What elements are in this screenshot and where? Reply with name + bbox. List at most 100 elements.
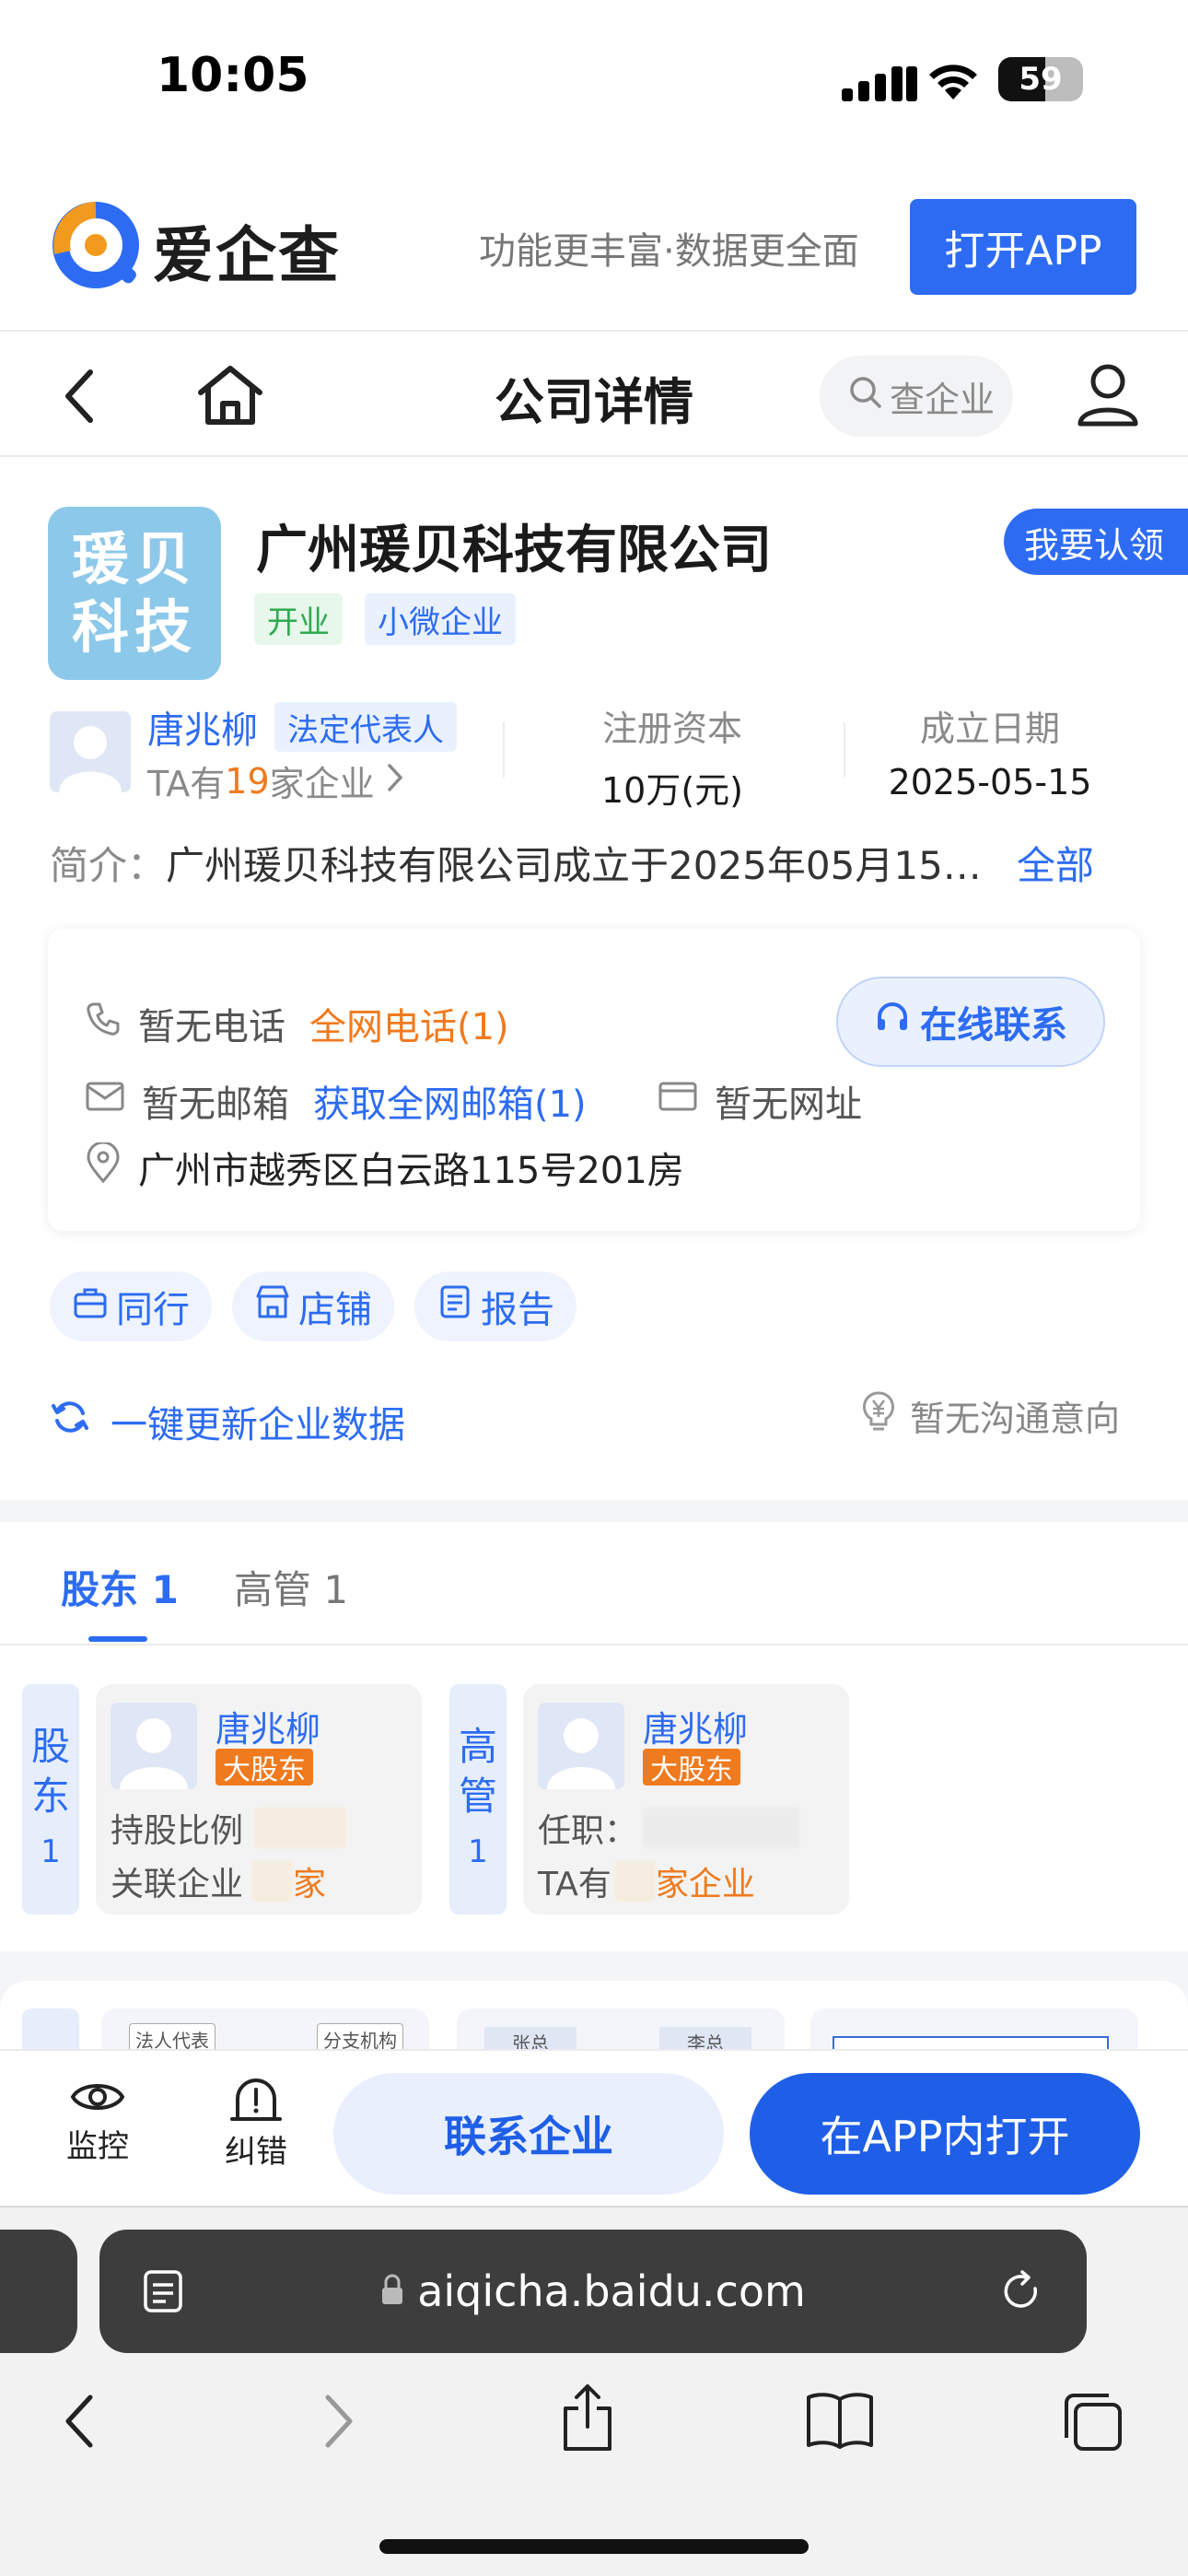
monitor-button[interactable]: 监控 <box>52 2077 144 2166</box>
shareholder-name: 唐兆柳 <box>215 1709 321 1750</box>
tab-executives[interactable]: 高管 1 <box>234 1559 348 1615</box>
exec-companies-suffix: 家企业 <box>655 1866 755 1903</box>
shareholder-card[interactable]: 唐兆柳 大股东 持股比例 关联企业 家 <box>96 1684 422 1914</box>
website-row: 暂无网址 <box>658 1074 862 1128</box>
executive-group-label: 高管 1 <box>449 1684 507 1914</box>
location-pin-icon <box>85 1141 122 1192</box>
contact-company-button[interactable]: 联系企业 <box>333 2073 724 2195</box>
divider <box>0 1644 1188 1645</box>
reload-icon[interactable] <box>998 2268 1044 2324</box>
registered-capital-value: 10万(元) <box>600 770 743 811</box>
position-label: 任职： <box>538 1812 638 1850</box>
search-placeholder: 查企业 <box>890 379 996 420</box>
registered-capital: 注册资本 10万(元) <box>525 700 820 813</box>
wifi-icon <box>926 59 980 103</box>
get-email-link[interactable]: 获取全网邮箱(1) <box>313 1074 587 1128</box>
url-text: aiqicha.baidu.com <box>417 2266 806 2316</box>
cellular-signal-icon <box>842 64 917 105</box>
shop-label: 店铺 <box>298 1289 372 1331</box>
phone-icon <box>85 1001 122 1047</box>
brand-name: 爱企查 <box>153 220 341 291</box>
chevron-right-icon <box>386 761 404 802</box>
address-row[interactable]: 广州市越秀区白云路115号201房 <box>85 1141 684 1194</box>
communication-intent: 暂无沟通意向 <box>860 1389 1120 1442</box>
all-phones-link[interactable]: 全网电话(1) <box>309 997 509 1050</box>
companies-count: 19 <box>225 760 270 802</box>
legal-rep-name[interactable]: 唐兆柳 <box>147 700 258 754</box>
ratio-label: 持股比例 <box>111 1812 244 1850</box>
online-contact-button[interactable]: 在线联系 <box>836 977 1105 1067</box>
executive-position: 任职： <box>538 1804 800 1852</box>
bookmarks-icon[interactable] <box>805 2390 875 2454</box>
status-tag: 开业 <box>254 593 343 645</box>
intro-more-link[interactable]: 全部 <box>1017 835 1094 891</box>
related-suffix: 家 <box>293 1866 327 1903</box>
legal-rep-role-tag: 法定代表人 <box>274 702 457 752</box>
companies-prefix: TA有 <box>147 764 226 804</box>
mail-icon <box>85 1080 125 1122</box>
executive-name: 唐兆柳 <box>643 1709 749 1750</box>
refresh-label: 一键更新企业数据 <box>111 1404 405 1446</box>
related-companies: 关联企业 家 <box>111 1857 326 1905</box>
major-shareholder-badge: 大股东 <box>215 1749 313 1786</box>
battery-percent: 59 <box>1019 61 1063 98</box>
correction-icon <box>210 2077 302 2126</box>
status-time: 10:05 <box>157 48 309 103</box>
brand-slogan: 功能更丰富·数据更全面 <box>479 230 859 273</box>
claim-company-button[interactable]: 我要认领 <box>1004 509 1188 575</box>
shareholding-ratio: 持股比例 <box>111 1804 347 1852</box>
online-contact-label: 在线联系 <box>920 1004 1067 1047</box>
monitor-label: 监控 <box>66 2128 129 2165</box>
executive-companies: TA有 家企业 <box>538 1857 755 1905</box>
company-logo-text: 瑗贝科技 <box>71 525 197 661</box>
browser-back-icon[interactable] <box>61 2392 98 2454</box>
refresh-icon <box>50 1397 90 1446</box>
registered-capital-label: 注册资本 <box>601 708 742 749</box>
user-icon[interactable] <box>1076 361 1140 431</box>
divider <box>0 2049 1188 2051</box>
open-app-button[interactable]: 打开APP <box>910 199 1136 295</box>
related-label: 关联企业 <box>111 1866 244 1903</box>
shareholder-group-label: 股东 1 <box>22 1684 79 1914</box>
report-button[interactable]: 报告 <box>414 1271 577 1341</box>
company-tags: 开业 小微企业 <box>254 593 516 645</box>
tab-shareholders[interactable]: 股东 1 <box>61 1559 179 1615</box>
exec-companies-prefix: TA有 <box>538 1866 611 1903</box>
battery-tip <box>1077 70 1083 87</box>
tabs-icon[interactable] <box>1061 2390 1125 2458</box>
executive-avatar <box>538 1703 624 1789</box>
search-input[interactable]: 查企业 <box>820 356 1013 437</box>
exec-companies-hidden <box>614 1861 656 1902</box>
companies-suffix: 家企业 <box>269 764 375 804</box>
company-logo: 瑗贝科技 <box>48 507 221 680</box>
reader-mode-icon[interactable] <box>142 2268 184 2324</box>
correct-button[interactable]: 纠错 <box>210 2077 302 2172</box>
established-date: 成立日期 2025-05-15 <box>866 700 1114 802</box>
previous-tab-peek[interactable] <box>0 2230 77 2353</box>
executive-card[interactable]: 唐兆柳 大股东 任职： TA有 家企业 <box>523 1684 849 1914</box>
report-icon <box>437 1283 473 1329</box>
legal-rep-companies[interactable]: TA有 19 家企业 <box>147 755 404 806</box>
shareholder-group-title: 股东 <box>31 1724 71 1819</box>
email-status: 暂无邮箱 <box>142 1083 289 1126</box>
shareholder-group-count: 1 <box>41 1833 61 1870</box>
company-name: 广州瑗贝科技有限公司 <box>256 521 772 580</box>
phone-status: 暂无电话 <box>138 1006 285 1048</box>
refresh-data-button[interactable]: 一键更新企业数据 <box>50 1395 405 1448</box>
shop-button[interactable]: 店铺 <box>232 1271 394 1341</box>
correct-label: 纠错 <box>225 2134 287 2171</box>
browser-forward-icon[interactable] <box>320 2392 357 2454</box>
website-status: 暂无网址 <box>715 1083 862 1126</box>
lock-icon <box>380 2266 404 2316</box>
search-icon <box>847 374 884 419</box>
headset-icon <box>874 999 911 1045</box>
address-bar[interactable]: aiqicha.baidu.com <box>99 2230 1087 2353</box>
open-in-app-button[interactable]: 在APP内打开 <box>750 2073 1140 2195</box>
peers-button[interactable]: 同行 <box>50 1271 212 1341</box>
intent-text: 暂无沟通意向 <box>910 1399 1121 1439</box>
quick-links: 同行 店铺 报告 <box>50 1271 577 1341</box>
executive-group-title: 高管 <box>459 1724 498 1819</box>
active-tab-indicator <box>88 1636 147 1642</box>
established-value: 2025-05-15 <box>888 762 1092 802</box>
share-icon[interactable] <box>560 2381 615 2458</box>
